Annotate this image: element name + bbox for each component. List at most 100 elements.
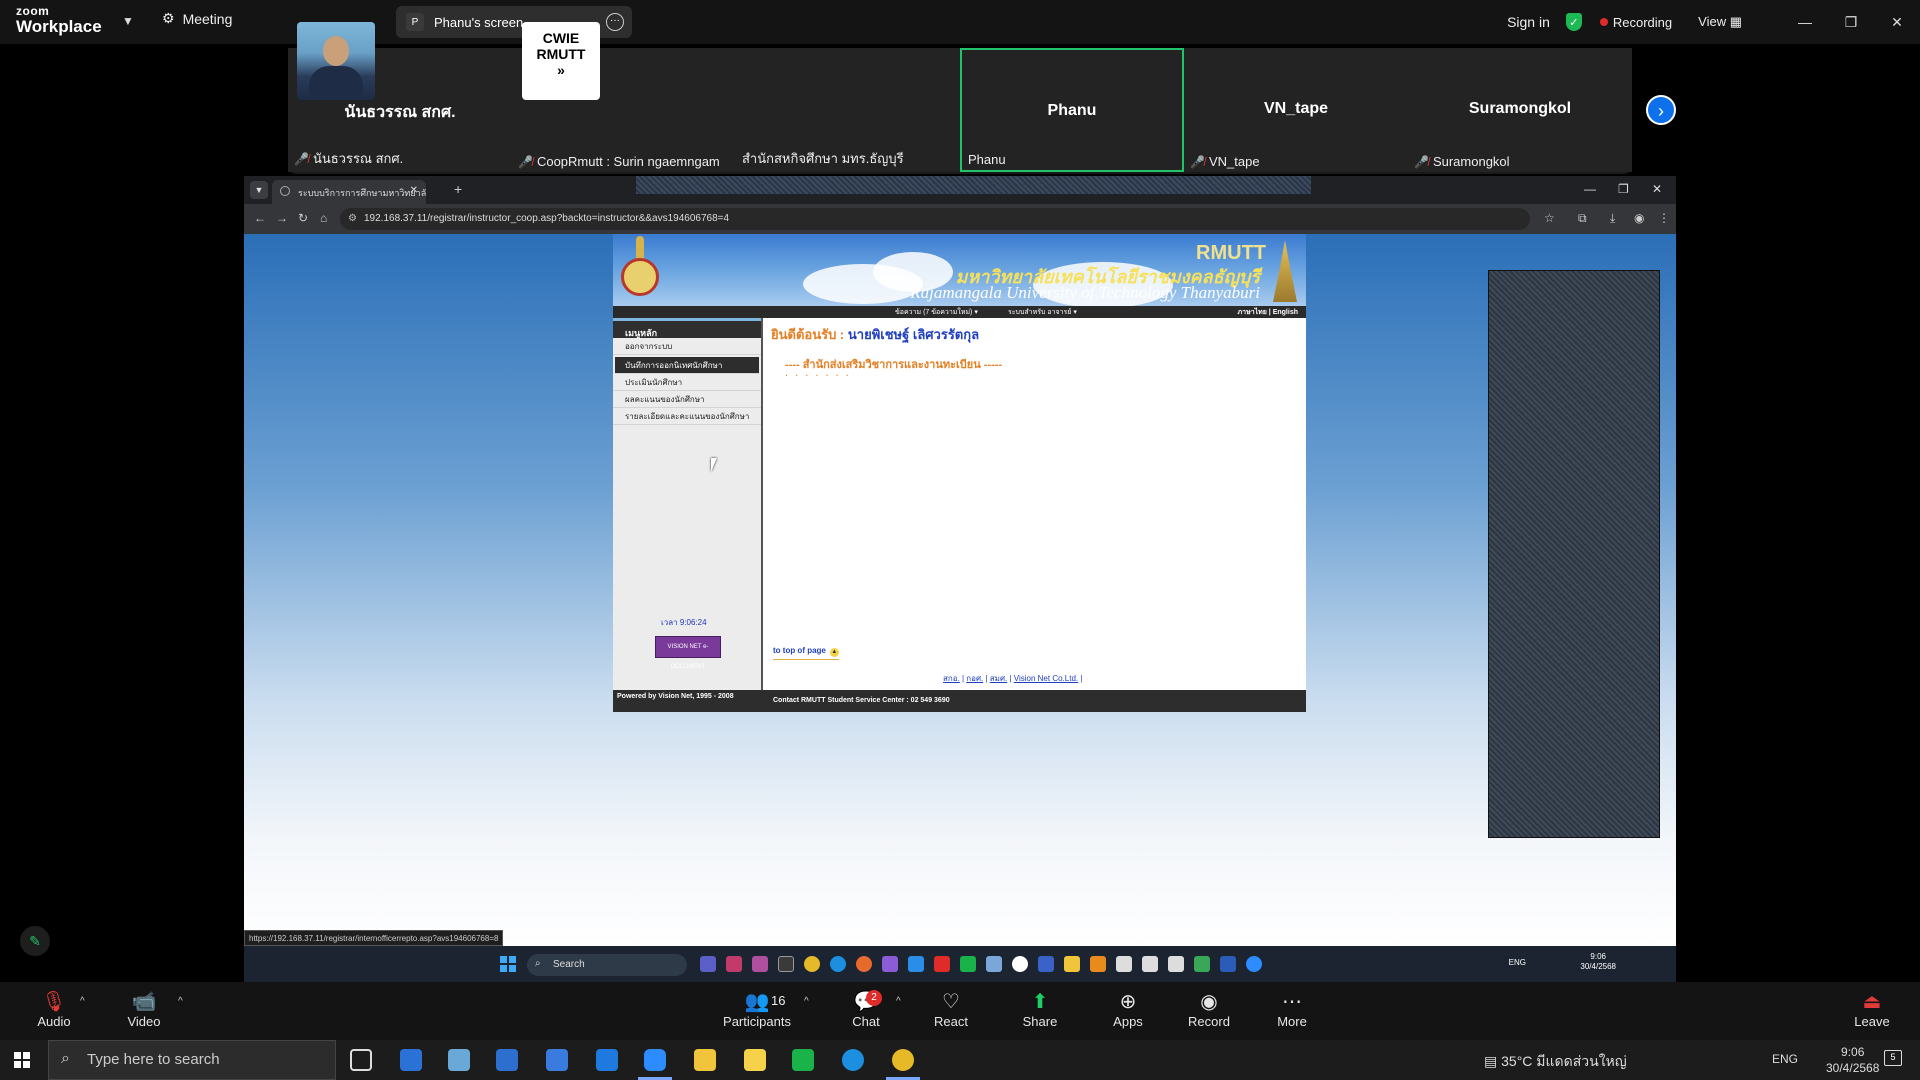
zoom-icon[interactable] — [644, 1049, 666, 1071]
nav-item-logout[interactable]: ออกจากระบบ — [613, 338, 761, 355]
browser-menu-icon[interactable]: ⋮ — [1658, 211, 1670, 225]
calculator-icon[interactable] — [496, 1049, 518, 1071]
tab-close-icon[interactable]: ✕ — [410, 185, 418, 196]
new-tab-icon[interactable]: + — [454, 181, 462, 197]
video-button[interactable]: 📹 Video — [124, 990, 164, 1029]
forward-icon[interactable]: → — [276, 211, 288, 225]
app-icon[interactable] — [400, 1049, 422, 1071]
browser-minimize-icon[interactable]: — — [1584, 182, 1596, 196]
taskbar-search-box[interactable]: ⌕ Type here to search — [48, 1040, 336, 1080]
view-button[interactable]: View ▦ — [1698, 14, 1742, 30]
recording-status[interactable]: Recording — [1613, 15, 1672, 30]
apps-button[interactable]: ⊕ Apps — [1110, 990, 1146, 1029]
taskbar-clock[interactable]: 9:06 30/4/2568 — [1580, 952, 1616, 972]
nav-item-evaluate[interactable]: ประเมินนักศึกษา — [613, 374, 761, 391]
audio-options-chevron-icon[interactable]: ^ — [80, 996, 85, 1007]
browser-restore-icon[interactable]: ❐ — [1618, 182, 1629, 196]
next-page-arrow-icon[interactable]: › — [1646, 95, 1676, 125]
app-icon[interactable] — [752, 956, 768, 972]
minimize-icon[interactable]: — — [1782, 14, 1828, 30]
encryption-shield-icon[interactable]: ✓ — [1565, 13, 1582, 31]
visual-studio-icon[interactable] — [882, 956, 898, 972]
language-switch[interactable]: ภาษาไทย | English — [1238, 307, 1298, 318]
annotate-pencil-icon[interactable]: ✎ — [20, 926, 50, 956]
app-icon[interactable] — [1012, 956, 1028, 972]
share-button[interactable]: ⬆ Share — [1020, 990, 1060, 1029]
profile-icon[interactable]: ◉ — [1634, 211, 1644, 225]
footer-link[interactable]: กอศ. — [966, 674, 983, 683]
app-icon[interactable] — [448, 1049, 470, 1071]
bookmark-star-icon[interactable]: ☆ — [1544, 211, 1555, 225]
app-icon[interactable] — [1142, 956, 1158, 972]
vision-net-badge[interactable]: VISION NET e-DOCUMENT — [655, 636, 721, 670]
app-icon[interactable] — [986, 956, 1002, 972]
video-options-chevron-icon[interactable]: ^ — [178, 996, 183, 1007]
meeting-menu-button[interactable]: ⚙ Meeting — [162, 10, 232, 27]
more-button[interactable]: ⋯ More — [1272, 990, 1312, 1029]
audio-button[interactable]: 🎙 Audio — [34, 990, 74, 1029]
app-icon[interactable] — [1168, 956, 1184, 972]
download-icon[interactable]: ⤓ — [1610, 211, 1615, 226]
sign-in-link[interactable]: Sign in — [1507, 14, 1550, 30]
app-icon[interactable] — [934, 956, 950, 972]
app-icon[interactable] — [1194, 956, 1210, 972]
restore-icon[interactable]: ❐ — [1828, 14, 1874, 31]
site-info-icon[interactable]: ⚙ — [348, 213, 357, 224]
app-icon[interactable] — [1038, 956, 1054, 972]
participant-tile-active-speaker[interactable]: Phanu Phanu — [960, 48, 1184, 172]
reload-icon[interactable]: ↻ — [298, 211, 308, 225]
firefox-icon[interactable] — [856, 956, 872, 972]
chrome-icon[interactable] — [892, 1049, 914, 1071]
app-icon[interactable] — [1116, 956, 1132, 972]
app-icon[interactable] — [726, 956, 742, 972]
store-icon[interactable] — [546, 1049, 568, 1071]
participants-chevron-icon[interactable]: ^ — [804, 996, 809, 1007]
file-explorer-icon[interactable] — [694, 1049, 716, 1071]
record-button[interactable]: ◉ Record — [1186, 990, 1232, 1029]
input-language[interactable]: ENG — [1772, 1052, 1798, 1066]
nav-item-scores[interactable]: ผลคะแนนของนักศึกษา — [613, 391, 761, 408]
chat-chevron-icon[interactable]: ^ — [896, 996, 901, 1007]
chrome-icon[interactable] — [804, 956, 820, 972]
line-icon[interactable] — [960, 956, 976, 972]
input-language[interactable]: ENG — [1509, 958, 1526, 967]
task-view-icon[interactable] — [350, 1049, 372, 1071]
zoom-icon[interactable] — [1246, 956, 1262, 972]
word-icon[interactable] — [1220, 956, 1236, 972]
notification-center-icon[interactable]: 5 — [1884, 1050, 1902, 1066]
participant-tile[interactable]: Suramongkol 🎤̸ Suramongkol — [1408, 48, 1632, 172]
weather-widget[interactable]: ▤ 35°C มีแดดส่วนใหญ่ — [1484, 1051, 1627, 1073]
tab-search-icon[interactable]: ▼ — [250, 181, 268, 199]
footer-link[interactable]: Vision Net Co.Ltd. — [1014, 674, 1078, 683]
nav-item-score-details[interactable]: รายละเอียดและคะแนนของนักศึกษา — [613, 408, 761, 425]
close-icon[interactable]: ✕ — [1874, 14, 1920, 31]
file-explorer-icon[interactable] — [1064, 956, 1080, 972]
home-icon[interactable]: ⌂ — [320, 211, 327, 225]
back-icon[interactable]: ← — [254, 211, 266, 225]
browser-tab[interactable]: ระบบบริการการศึกษามหาวิทยาลัย ✕ — [272, 180, 426, 204]
app-icon[interactable] — [744, 1049, 766, 1071]
taskbar-clock[interactable]: 9:06 30/4/2568 — [1826, 1044, 1879, 1076]
line-icon[interactable] — [792, 1049, 814, 1071]
participant-tile[interactable]: VN_tape 🎤̸ VN_tape — [1184, 48, 1408, 172]
taskbar-search[interactable]: ⌕ Search — [527, 954, 687, 976]
system-menu[interactable]: ระบบสำหรับ อาจารย์ ▾ — [1008, 307, 1077, 318]
app-icon[interactable] — [778, 956, 794, 972]
chevron-down-icon[interactable]: ▼ — [122, 14, 134, 28]
app-icon[interactable] — [1090, 956, 1106, 972]
leave-button[interactable]: ⏏ Leave — [1852, 990, 1892, 1029]
to-top-link[interactable]: to top of page ▲ — [773, 646, 839, 660]
vscode-icon[interactable] — [908, 956, 924, 972]
browser-close-icon[interactable]: ✕ — [1652, 182, 1662, 196]
participant-tile[interactable]: สำนักสหกิจศึกษา มทร.ธัญบุรี — [736, 48, 960, 172]
extensions-icon[interactable]: ⧉ — [1578, 211, 1587, 226]
address-bar[interactable]: ⚙ 192.168.37.11/registrar/instructor_coo… — [340, 208, 1530, 230]
edge-icon[interactable] — [842, 1049, 864, 1071]
mail-icon[interactable] — [596, 1049, 618, 1071]
footer-link[interactable]: สกอ. — [943, 674, 960, 683]
windows-start-icon[interactable] — [500, 956, 516, 972]
nav-item-supervision-log[interactable]: บันทึกการออกนิเทศนักศึกษา — [615, 357, 759, 374]
react-button[interactable]: ♡ React — [930, 990, 972, 1029]
more-options-icon[interactable]: ··· — [606, 13, 624, 31]
windows-start-icon[interactable] — [14, 1052, 30, 1068]
